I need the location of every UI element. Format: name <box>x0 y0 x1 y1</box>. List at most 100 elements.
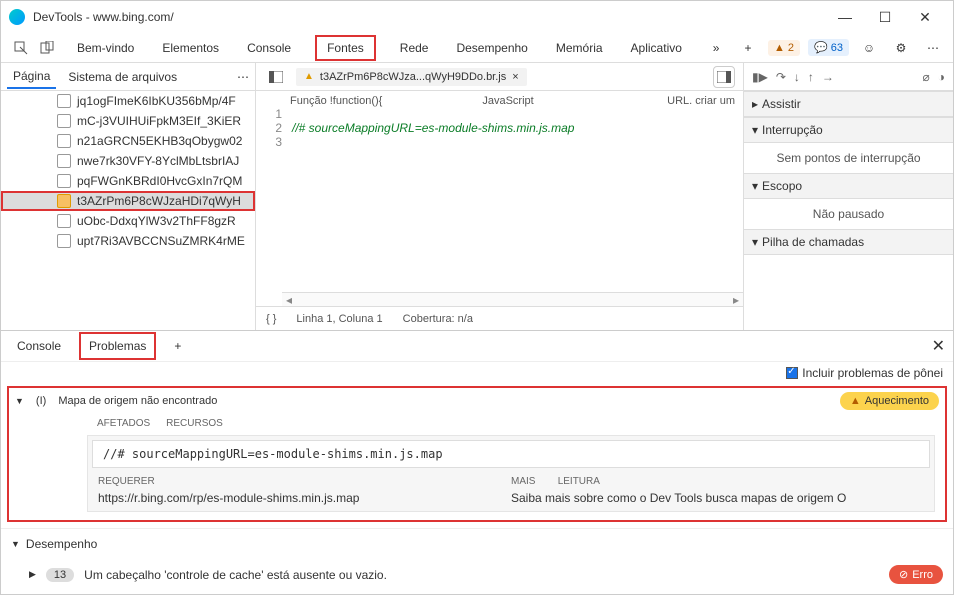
cursor-position: Linha 1, Coluna 1 <box>296 313 382 325</box>
tab-console[interactable]: Console <box>243 35 295 61</box>
file-tab-close-icon[interactable]: × <box>512 71 518 83</box>
tab-network[interactable]: Rede <box>396 35 433 61</box>
drawer-problems-tab[interactable]: Problemas <box>79 332 156 360</box>
navigator-overflow-icon[interactable]: ⋯ <box>237 70 249 84</box>
minimize-button[interactable]: — <box>825 5 865 29</box>
maximize-button[interactable]: ☐ <box>865 5 905 29</box>
messages-badge[interactable]: 💬 63 <box>808 39 849 56</box>
line-number: 2 <box>264 121 282 135</box>
file-icon <box>57 114 71 128</box>
horizontal-scrollbar[interactable]: ◂ ▸ <box>282 292 743 306</box>
window-title: DevTools - www.bing.com/ <box>33 10 825 24</box>
editor-tabs: ▲ t3AZrPm6P8cWJza...qWyH9DDo.br.js × <box>256 63 743 91</box>
file-tab-label: t3AZrPm6P8cWJza...qWyH9DDo.br.js <box>320 71 506 83</box>
coverage-status: Cobertura: n/a <box>403 313 473 325</box>
drawer-add-tab[interactable]: + <box>166 334 189 358</box>
window-titlebar: DevTools - www.bing.com/ — ☐ ✕ <box>1 1 953 33</box>
no-breakpoints-text: Sem pontos de interrupção <box>744 143 953 173</box>
step-icon[interactable]: → <box>822 70 834 84</box>
line-number: 3 <box>264 135 282 149</box>
tab-performance[interactable]: Desempenho <box>452 35 531 61</box>
plus-icon[interactable]: + <box>736 36 760 60</box>
feedback-icon[interactable]: ☺ <box>857 36 881 60</box>
file-item[interactable]: nwe7rk30VFY-8YclMbLtsbrIAJ <box>1 151 255 171</box>
settings-icon[interactable]: ⚙ <box>889 36 913 60</box>
pause-exceptions-icon[interactable]: ◑ <box>938 70 945 84</box>
issue-request-label: REQUERER <box>98 476 511 487</box>
show-navigator-icon[interactable] <box>264 65 288 89</box>
issue-learn-more[interactable]: Saiba mais sobre como o Dev Tools busca … <box>511 491 924 505</box>
close-button[interactable]: ✕ <box>905 5 945 29</box>
issue-more-label-a: MAIS <box>511 476 535 487</box>
performance-title: Desempenho <box>26 537 97 551</box>
debugger-toolbar: ▮▶ ↷ ↓ ↑ → ⌀ ◑ <box>744 63 953 91</box>
file-icon <box>57 214 71 228</box>
breakpoints-section[interactable]: ▾Interrupção <box>744 117 953 143</box>
code-editor[interactable]: Função !function(){ JavaScript URL. cria… <box>256 91 743 306</box>
open-file-tab[interactable]: ▲ t3AZrPm6P8cWJza...qWyH9DDo.br.js × <box>296 68 527 86</box>
kebab-icon[interactable]: ⋯ <box>921 36 945 60</box>
warnings-count: 2 <box>788 42 794 54</box>
drawer-close-icon[interactable]: ✕ <box>932 336 945 356</box>
issue-request-url[interactable]: https://r.bing.com/rp/es-module-shims.mi… <box>98 491 511 505</box>
editor-url-label: URL. criar um <box>667 95 735 107</box>
file-tree: jq1ogFImeK6IbKU356bMp/4F mC-j3VUIHUiFpkM… <box>1 91 255 330</box>
expand-icon[interactable]: ▼ <box>15 396 24 406</box>
watch-section[interactable]: ▸Assistir <box>744 91 953 117</box>
file-item[interactable]: uObc-DdxqYlW3v2ThFF8gzR <box>1 211 255 231</box>
expand-icon[interactable]: ▶ <box>29 569 36 580</box>
editor-lang-label: JavaScript <box>482 95 533 107</box>
file-item[interactable]: jq1ogFImeK6IbKU356bMp/4F <box>1 91 255 111</box>
drawer-tabs: Console Problemas + ✕ <box>1 331 953 361</box>
issue-details-card: //# sourceMappingURL=es-module-shims.min… <box>87 435 935 512</box>
callstack-section[interactable]: ▾Pilha de chamadas <box>744 229 953 255</box>
scope-section[interactable]: ▾Escopo <box>744 173 953 199</box>
file-item-selected[interactable]: t3AZrPm6P8cWJzaHDi7qWyH <box>1 191 255 211</box>
more-tabs-icon[interactable]: » <box>704 36 728 60</box>
file-item[interactable]: mC-j3VUIHUiFpkM3EIf_3KiER <box>1 111 255 131</box>
navigator-page-tab[interactable]: Página <box>7 65 56 89</box>
device-icon[interactable] <box>35 36 59 60</box>
navigator-filesystem-tab[interactable]: Sistema de arquivos <box>62 66 183 88</box>
inspect-icon[interactable] <box>9 36 33 60</box>
scroll-left-icon[interactable]: ◂ <box>282 293 296 307</box>
step-out-icon[interactable]: ↑ <box>808 70 814 84</box>
step-over-icon[interactable]: ↷ <box>776 70 786 84</box>
file-item[interactable]: pqFWGnKBRdI0HvcGxIn7rQM <box>1 171 255 191</box>
warning-icon: ▲ <box>304 71 314 82</box>
show-debugger-icon[interactable] <box>713 66 735 88</box>
tab-memory[interactable]: Memória <box>552 35 607 61</box>
tab-welcome[interactable]: Bem-vindo <box>73 35 138 61</box>
drawer-console-tab[interactable]: Console <box>9 334 69 358</box>
line-number: 1 <box>264 107 282 121</box>
performance-issue-row[interactable]: ▶ 13 Um cabeçalho 'controle de cache' es… <box>1 559 953 594</box>
pretty-print-icon[interactable]: { } <box>266 313 276 325</box>
issue-title: Mapa de origem não encontrado <box>58 395 217 407</box>
performance-group-header[interactable]: ▼ Desempenho <box>1 528 953 559</box>
file-icon <box>57 234 71 248</box>
tab-sources[interactable]: Fontes <box>315 35 376 61</box>
tab-application[interactable]: Aplicativo <box>627 35 686 61</box>
scroll-right-icon[interactable]: ▸ <box>729 293 743 307</box>
issue-affected-tab[interactable]: AFETADOS <box>97 418 150 429</box>
editor-statusbar: { } Linha 1, Coluna 1 Cobertura: n/a <box>256 306 743 330</box>
error-badge: ⊘Erro <box>889 565 943 584</box>
file-warning-icon <box>57 194 71 208</box>
checkbox-icon <box>786 367 798 379</box>
file-item[interactable]: upt7Ri3AVBCCNSuZMRK4rME <box>1 231 255 251</box>
step-into-icon[interactable]: ↓ <box>794 70 800 84</box>
file-icon <box>57 154 71 168</box>
tab-elements[interactable]: Elementos <box>158 35 223 61</box>
file-item[interactable]: n21aGRCN5EKHB3qObygw02 <box>1 131 255 151</box>
expand-icon[interactable]: ▼ <box>11 539 20 549</box>
messages-count: 63 <box>831 42 843 54</box>
include-ponies-checkbox[interactable]: Incluir problemas de pônei <box>786 366 943 380</box>
issue-group: ▼ (I) Mapa de origem não encontrado ▲Aqu… <box>7 386 947 522</box>
deactivate-breakpoints-icon[interactable]: ⌀ <box>923 70 930 84</box>
issue-resources-tab[interactable]: RECURSOS <box>166 418 223 429</box>
include-ponies-label: Incluir problemas de pônei <box>802 366 943 380</box>
issue-code-snippet: //# sourceMappingURL=es-module-shims.min… <box>92 440 930 468</box>
resume-icon[interactable]: ▮▶ <box>752 70 768 84</box>
warnings-badge[interactable]: ▲ 2 <box>768 40 800 56</box>
panel-tabs: Bem-vindo Elementos Console Fontes Rede … <box>73 35 686 61</box>
